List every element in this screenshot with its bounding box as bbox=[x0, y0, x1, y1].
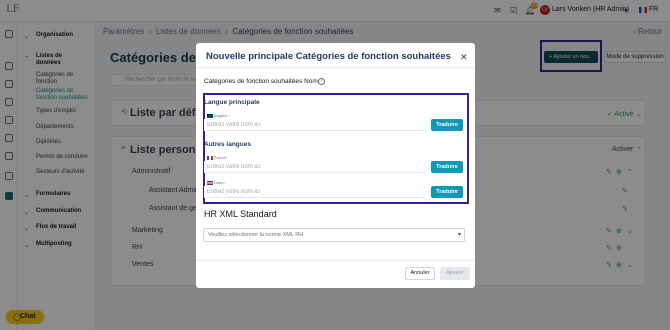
add-button[interactable]: Ajouter bbox=[440, 267, 470, 280]
main-language-title: Langue principale bbox=[204, 99, 260, 106]
translate-button[interactable]: Traduire bbox=[431, 186, 463, 198]
uk-flag-icon bbox=[207, 114, 213, 118]
cancel-button[interactable]: Annuler bbox=[405, 267, 435, 280]
close-icon[interactable]: ✕ bbox=[460, 52, 468, 63]
field-label: Catégories de fonction souhaitées Nom bbox=[204, 78, 318, 85]
dutch-label: Dutch bbox=[214, 180, 225, 185]
divider bbox=[196, 67, 475, 68]
dutch-flag-icon bbox=[207, 181, 213, 185]
other-languages-title: Autres langues bbox=[204, 141, 251, 148]
divider bbox=[196, 260, 475, 261]
translate-button[interactable]: Traduire bbox=[431, 161, 463, 173]
english-name-input[interactable] bbox=[204, 119, 426, 131]
french-name-input[interactable] bbox=[204, 161, 426, 173]
hr-xml-select[interactable]: Veuillez sélectionner la norme XML RH bbox=[203, 228, 465, 242]
french-label: French bbox=[214, 155, 227, 160]
chevron-down-icon: ▼ bbox=[457, 232, 462, 238]
hr-xml-title: HR XML Standard bbox=[204, 209, 277, 219]
modal-title: Nouvelle principale Catégories de foncti… bbox=[206, 51, 451, 62]
dutch-name-input[interactable] bbox=[204, 186, 426, 198]
translate-button[interactable]: Traduire bbox=[431, 119, 463, 131]
french-flag-icon bbox=[207, 156, 213, 160]
english-label: English * bbox=[214, 113, 230, 118]
info-icon[interactable]: ? bbox=[318, 78, 325, 85]
